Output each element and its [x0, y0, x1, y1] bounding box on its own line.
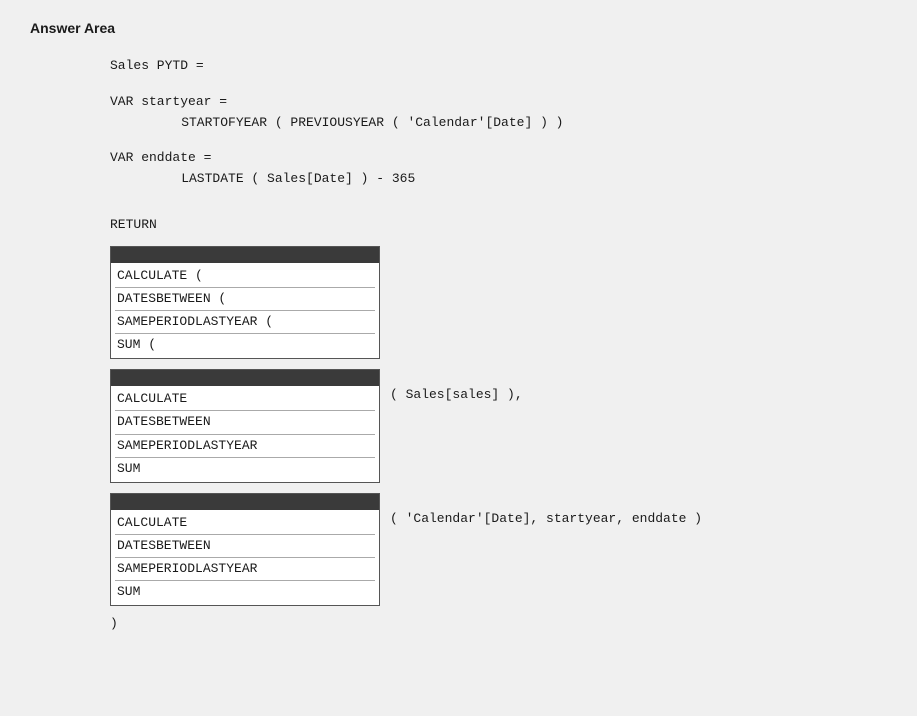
box3-item-2[interactable]: DATESBETWEEN: [115, 535, 375, 558]
closing-paren: ): [110, 616, 887, 631]
drag-box-1-header: [111, 247, 379, 263]
drag-box-2[interactable]: CALCULATE DATESBETWEEN SAMEPERIODLASTYEA…: [110, 369, 380, 483]
drag-box-3[interactable]: CALCULATE DATESBETWEEN SAMEPERIODLASTYEA…: [110, 493, 380, 607]
drag-box-3-header: [111, 494, 379, 510]
drag-box-1-items: CALCULATE ( DATESBETWEEN ( SAMEPERIODLAS…: [111, 263, 379, 359]
code-section: Sales PYTD = VAR startyear = STARTOFYEAR…: [110, 56, 887, 631]
box1-row: CALCULATE ( DATESBETWEEN ( SAMEPERIODLAS…: [110, 246, 887, 360]
page-container: Answer Area Sales PYTD = VAR startyear =…: [0, 0, 917, 716]
box3-item-3[interactable]: SAMEPERIODLASTYEAR: [115, 558, 375, 581]
code-line-5: LASTDATE ( Sales[Date] ) - 365: [150, 169, 887, 190]
answer-area-label: Answer Area: [30, 20, 887, 36]
box1-item-3[interactable]: SAMEPERIODLASTYEAR (: [115, 311, 375, 334]
code-line-2: VAR startyear =: [110, 92, 887, 113]
drag-box-2-items: CALCULATE DATESBETWEEN SAMEPERIODLASTYEA…: [111, 386, 379, 482]
box3-inline-text: ( 'Calendar'[Date], startyear, enddate ): [390, 493, 702, 526]
box2-item-4[interactable]: SUM: [115, 458, 375, 480]
box3-item-4[interactable]: SUM: [115, 581, 375, 603]
code-line-3: STARTOFYEAR ( PREVIOUSYEAR ( 'Calendar'[…: [150, 113, 887, 134]
box1-item-2[interactable]: DATESBETWEEN (: [115, 288, 375, 311]
box2-item-1[interactable]: CALCULATE: [115, 388, 375, 411]
box2-item-3[interactable]: SAMEPERIODLASTYEAR: [115, 435, 375, 458]
code-line-1: Sales PYTD =: [110, 56, 887, 77]
code-return-line: RETURN: [110, 215, 887, 236]
code-line-4: VAR enddate =: [110, 148, 887, 169]
box3-row: CALCULATE DATESBETWEEN SAMEPERIODLASTYEA…: [110, 493, 887, 607]
box2-row: CALCULATE DATESBETWEEN SAMEPERIODLASTYEA…: [110, 369, 887, 483]
box3-item-1[interactable]: CALCULATE: [115, 512, 375, 535]
box2-inline-text: ( Sales[sales] ),: [390, 369, 523, 402]
box2-item-2[interactable]: DATESBETWEEN: [115, 411, 375, 434]
drag-box-2-header: [111, 370, 379, 386]
box1-item-4[interactable]: SUM (: [115, 334, 375, 356]
box1-item-1[interactable]: CALCULATE (: [115, 265, 375, 288]
drag-box-3-items: CALCULATE DATESBETWEEN SAMEPERIODLASTYEA…: [111, 510, 379, 606]
drag-box-1[interactable]: CALCULATE ( DATESBETWEEN ( SAMEPERIODLAS…: [110, 246, 380, 360]
